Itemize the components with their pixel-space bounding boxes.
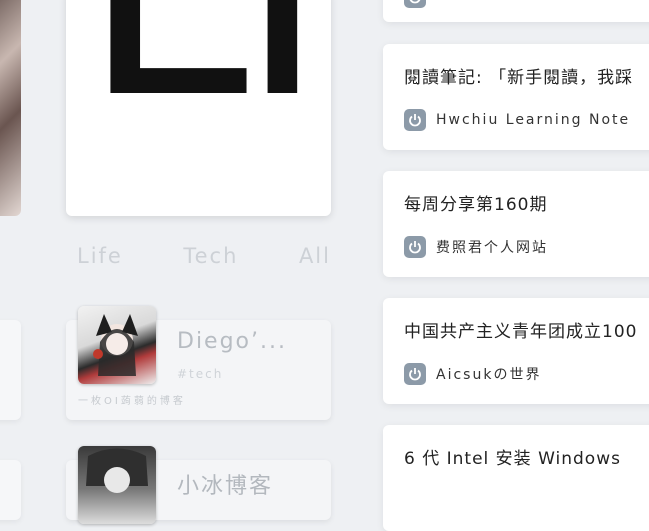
tab-tech[interactable]: Tech xyxy=(183,244,238,268)
article-source-name[interactable]: 费照君个人网站 xyxy=(436,237,548,257)
article-title[interactable]: 每周分享第160期 xyxy=(404,190,547,215)
power-icon xyxy=(404,363,426,385)
friend-description: 一枚OI蒟蒻的博客 xyxy=(78,396,186,407)
article-title[interactable]: 6 代 Intel 安装 Windows xyxy=(404,444,621,469)
article-source: Aicsukの世界 xyxy=(404,363,541,385)
friend-avatar[interactable] xyxy=(78,446,156,524)
article-card[interactable]: 閱讀筆記: 「新手閱讀，我踩 Hwchiu Learning Note xyxy=(383,44,649,150)
article-card[interactable]: 中国共产主义青年团成立100 Aicsukの世界 xyxy=(383,298,649,404)
power-icon xyxy=(404,236,426,258)
article-title[interactable]: 閱讀筆記: 「新手閱讀，我踩 xyxy=(404,63,633,88)
tab-life[interactable]: Life xyxy=(77,244,123,268)
friend-name[interactable]: 小冰博客 xyxy=(177,468,273,500)
friend-avatar[interactable] xyxy=(78,306,156,384)
power-icon xyxy=(404,109,426,131)
article-card-partial[interactable] xyxy=(383,0,649,22)
category-tabs: Life Tech All xyxy=(77,244,331,268)
avatar-image xyxy=(93,314,138,376)
article-source: Hwchiu Learning Note xyxy=(404,109,630,131)
article-title[interactable]: 中国共产主义青年团成立100 xyxy=(404,317,637,342)
article-source-name[interactable]: Aicsukの世界 xyxy=(436,364,541,384)
friend-tag: #tech xyxy=(177,367,224,381)
article-source: 费照君个人网站 xyxy=(404,236,548,258)
article-card[interactable]: 6 代 Intel 安装 Windows xyxy=(383,425,649,531)
left-featured-image[interactable] xyxy=(0,0,21,216)
tab-all[interactable]: All xyxy=(299,244,331,268)
logo-card[interactable]: LF xyxy=(66,0,331,216)
article-source-name[interactable]: Hwchiu Learning Note xyxy=(436,112,630,128)
left-card[interactable] xyxy=(0,320,21,420)
power-icon xyxy=(404,0,426,8)
avatar-image xyxy=(86,448,148,493)
logo: LF xyxy=(81,0,331,140)
left-card[interactable] xyxy=(0,460,21,520)
friend-name[interactable]: Diego’... xyxy=(177,329,287,354)
article-card[interactable]: 每周分享第160期 费照君个人网站 xyxy=(383,171,649,277)
article-source xyxy=(404,0,426,8)
